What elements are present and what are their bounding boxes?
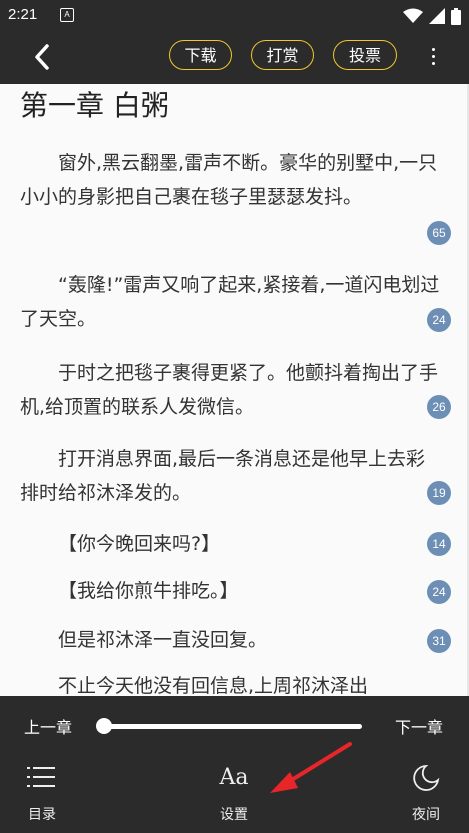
toc-label: 目录 xyxy=(28,807,56,823)
more-options-icon[interactable] xyxy=(426,44,440,68)
signal-icon xyxy=(429,8,445,24)
font-aa-icon: Aa xyxy=(219,765,249,790)
back-arrow-icon[interactable] xyxy=(28,42,58,72)
paragraph-comment-badge[interactable]: 14 xyxy=(427,532,451,556)
notification-icon: A xyxy=(60,8,74,22)
paragraph-comment-badge[interactable]: 65 xyxy=(427,221,451,245)
download-button[interactable]: 下载 xyxy=(169,40,232,70)
toc-button[interactable]: 目录 xyxy=(2,764,82,823)
settings-button[interactable]: Aa 设置 xyxy=(194,764,274,823)
battery-icon xyxy=(451,7,461,25)
reader-bottom-panel: 上一章 下一章 目录 Aa 设置 夜间 xyxy=(0,696,469,833)
paragraph-comment-badge[interactable]: 31 xyxy=(427,629,451,653)
paragraph-comment-badge[interactable]: 26 xyxy=(427,395,451,419)
paragraph-comment-badge[interactable]: 24 xyxy=(427,580,451,604)
paragraph-comment-badge[interactable]: 19 xyxy=(427,481,451,505)
wifi-icon xyxy=(403,8,423,23)
slider-thumb[interactable] xyxy=(96,718,112,734)
tip-button[interactable]: 打赏 xyxy=(251,40,314,70)
vote-button[interactable]: 投票 xyxy=(333,40,397,70)
status-time: 2:21 xyxy=(8,6,38,23)
chapter-progress-slider[interactable] xyxy=(104,724,362,729)
night-mode-label: 夜间 xyxy=(412,807,440,823)
paragraph-6: 【我给你煎牛排吃。】 xyxy=(58,580,239,602)
list-icon xyxy=(27,767,55,787)
paragraph-comment-badge[interactable]: 24 xyxy=(427,308,451,332)
paragraph-8: 不止今天他没有回信息,上周祁沐泽出 xyxy=(58,675,369,696)
paragraph-7: 但是祁沐泽一直没回复。 xyxy=(58,629,268,651)
paragraph-4: 打开消息界面,最后一条消息还是他早上去彩排时给祁沐泽发的。 xyxy=(20,448,426,504)
paragraph-3: 于时之把毯子裹得更紧了。他颤抖着掏出了手机,给顶置的联系人发微信。 xyxy=(20,362,439,418)
settings-label: 设置 xyxy=(220,807,248,823)
night-mode-button[interactable]: 夜间 xyxy=(386,764,466,823)
paragraph-2: “轰隆!”雷声又响了起来,紧接着,一道闪电划过了天空。 xyxy=(20,274,440,330)
paragraph-1: 窗外,黑云翻墨,雷声不断。豪华的别墅中,一只小小的身影把自己裹在毯子里瑟瑟发抖。 xyxy=(20,152,438,208)
next-chapter-button[interactable]: 下一章 xyxy=(395,714,443,738)
reading-area[interactable]: 第一章 白粥 窗外,黑云翻墨,雷声不断。豪华的别墅中,一只小小的身影把自己裹在毯… xyxy=(0,84,469,696)
status-bar: 2:21 A xyxy=(0,0,469,32)
prev-chapter-button[interactable]: 上一章 xyxy=(24,714,72,738)
chapter-title: 第一章 白粥 xyxy=(20,89,169,122)
reader-toolbar: 下载 打赏 投票 xyxy=(0,32,469,84)
paragraph-5: 【你今晚回来吗?】 xyxy=(58,533,221,555)
status-indicators xyxy=(403,7,461,25)
moon-icon xyxy=(413,765,440,791)
annotation-arrow-icon xyxy=(270,742,352,793)
